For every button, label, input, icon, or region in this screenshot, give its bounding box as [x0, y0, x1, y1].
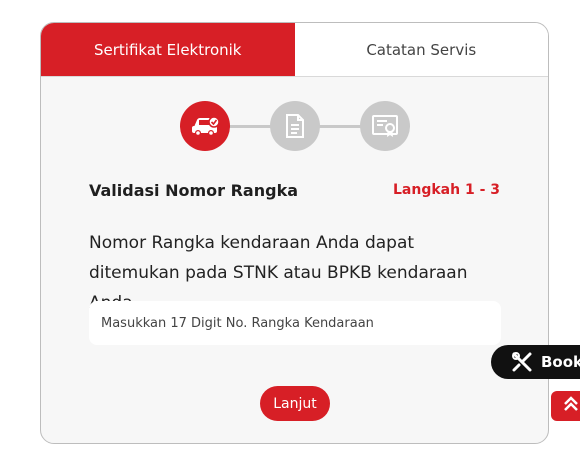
tab-catatan-servis[interactable]: Catatan Servis — [294, 23, 548, 76]
certificate-icon — [360, 101, 410, 151]
vin-input[interactable] — [89, 301, 501, 345]
tab-label: Catatan Servis — [366, 40, 477, 59]
document-icon — [270, 101, 320, 151]
step-indicator — [41, 101, 548, 155]
double-chevron-up-icon — [563, 395, 579, 417]
tab-sertifikat-elektronik[interactable]: Sertifikat Elektronik — [41, 23, 295, 76]
tab-label: Sertifikat Elektronik — [94, 40, 242, 59]
tab-bar: Sertifikat Elektronik Catatan Servis — [41, 23, 548, 77]
tools-icon — [511, 351, 533, 373]
book-service-button[interactable]: Book — [491, 345, 580, 379]
book-label: Book — [541, 353, 580, 371]
next-button[interactable]: Lanjut — [260, 386, 330, 421]
section-title: Validasi Nomor Rangka — [89, 181, 299, 200]
car-check-icon — [180, 101, 230, 151]
step-counter: Langkah 1 - 3 — [393, 182, 500, 198]
scroll-to-top-button[interactable] — [551, 391, 580, 421]
service-card: Sertifikat Elektronik Catatan Servis Val… — [40, 22, 549, 444]
